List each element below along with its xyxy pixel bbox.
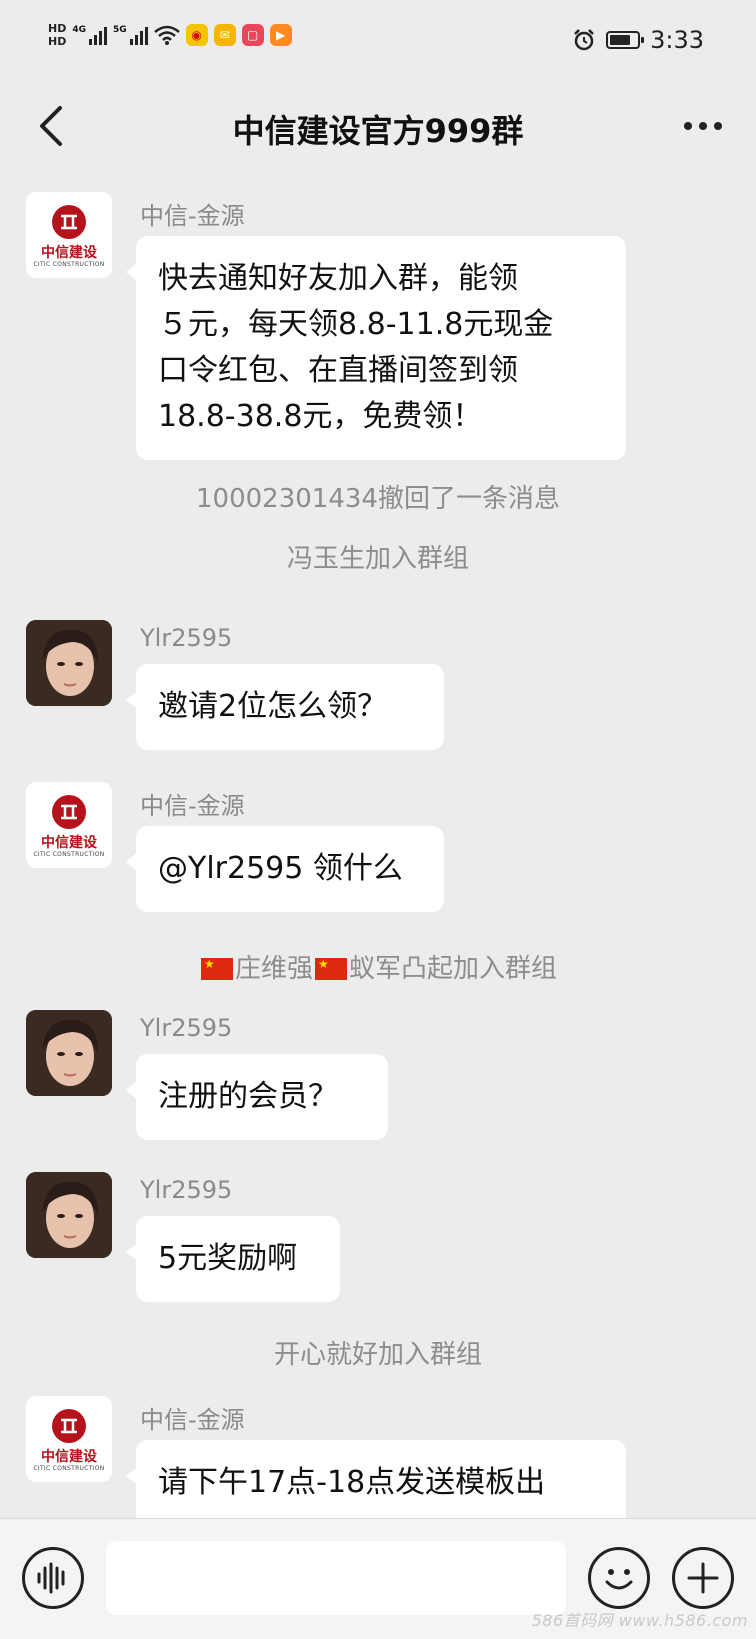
weibo-icon: ◉ (185, 24, 208, 46)
system-notice: 冯玉生加入群组 (286, 544, 469, 574)
system-notice: 庄维强蚁军凸起加入群组 (0, 948, 756, 985)
page-title: 中信建设官方999群 (232, 112, 524, 150)
woman-portrait-icon (26, 1172, 112, 1258)
citic-avatar[interactable]: 中信建设 CITIC CONSTRUCTION (26, 1396, 112, 1482)
sender-name: Ylr2595 (140, 1176, 233, 1204)
sender-name: 中信-金源 (140, 1406, 245, 1434)
input-bar: 586首码网 www.h586.com (0, 1518, 756, 1639)
china-flag-icon (315, 957, 347, 980)
system-notice: 10002301434撤回了一条消息 (196, 484, 560, 514)
citic-logo-icon (52, 794, 86, 829)
message-bubble[interactable]: 5元奖励啊 (126, 1216, 340, 1302)
chat-message-list[interactable]: 中信建设 CITIC CONSTRUCTION 中信-金源 快去通知好友加入群，… (0, 170, 756, 1518)
smiley-icon (605, 1569, 633, 1590)
nav-bar: 中信建设官方999群 (0, 84, 756, 170)
battery-icon (606, 31, 645, 49)
user-avatar[interactable] (26, 620, 112, 706)
message-input[interactable] (106, 1541, 566, 1615)
red-app-icon: ▢ (241, 24, 264, 46)
voice-wave-icon (37, 1562, 65, 1594)
signal-4g-icon: 4G (72, 25, 107, 45)
emoji-button[interactable] (588, 1547, 650, 1609)
citic-avatar[interactable]: 中信建设 CITIC CONSTRUCTION (26, 782, 112, 868)
signal-5g-icon: 5G (113, 25, 148, 45)
mail-icon: ✉ (213, 24, 236, 46)
video-icon: ▶ (269, 24, 292, 46)
message-bubble[interactable]: @Ylr2595 领什么 (126, 826, 444, 912)
sender-name: Ylr2595 (140, 624, 233, 652)
sender-name: 中信-金源 (140, 202, 245, 230)
alarm-icon (574, 29, 594, 51)
hd-indicator: HD HD (48, 22, 67, 48)
more-options-icon[interactable] (678, 106, 728, 146)
message-bubble[interactable]: 注册的会员？ (126, 1054, 388, 1140)
plus-icon (687, 1562, 719, 1594)
woman-portrait-icon (26, 1010, 112, 1096)
citic-avatar[interactable]: 中信建设 CITIC CONSTRUCTION (26, 192, 112, 278)
system-notice: 开心就好加入群组 (273, 1340, 482, 1370)
message-bubble[interactable]: 邀请2位怎么领？ (126, 664, 444, 750)
more-actions-button[interactable] (672, 1547, 734, 1609)
message-bubble[interactable]: 快去通知好友加入群，能领 ５元，每天领8.8-11.8元现金 口令红包、在直播间… (126, 236, 626, 460)
watermark: 586首码网 www.h586.com (531, 1611, 748, 1630)
china-flag-icon (200, 957, 233, 980)
sender-name: 中信-金源 (140, 792, 245, 820)
clock: 3:33 (650, 26, 704, 54)
sender-name: Ylr2595 (140, 1014, 233, 1042)
citic-logo-icon (52, 204, 86, 239)
message-bubble[interactable]: 请下午17点-18点发送模板出 (126, 1440, 626, 1518)
wifi-icon (153, 25, 180, 45)
status-bar: HD HD 4G 5G ◉ ✉ ▢ ▶ 3:33 (0, 0, 756, 84)
citic-logo-icon (52, 1408, 86, 1443)
user-avatar[interactable] (26, 1010, 112, 1096)
voice-input-button[interactable] (22, 1547, 84, 1609)
user-avatar[interactable] (26, 1172, 112, 1258)
woman-portrait-icon (26, 620, 112, 706)
